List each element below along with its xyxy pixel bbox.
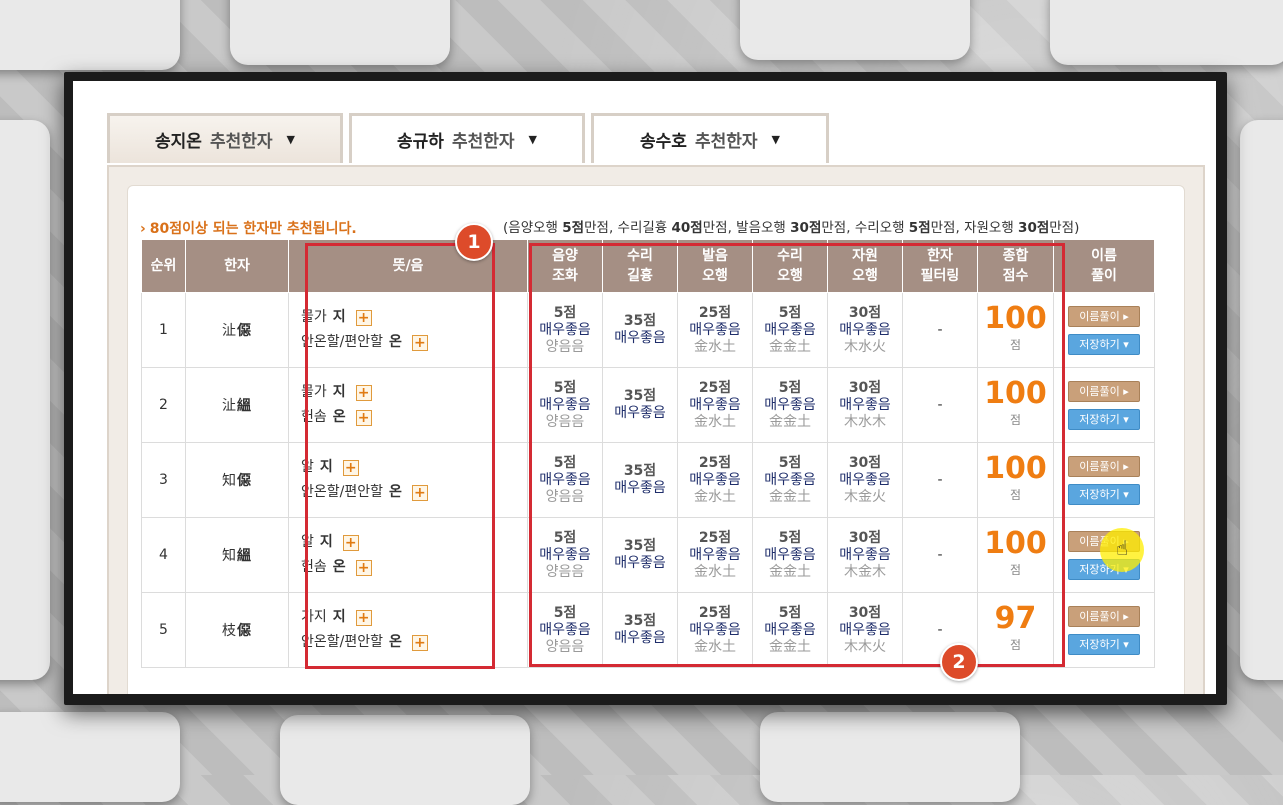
tab-bar: 송지온 추천한자 ▼ 송규하 추천한자 ▼ 송수호 추천한자 ▼ (107, 113, 1207, 169)
save-button[interactable]: 저장하기 ▾ (1068, 484, 1140, 505)
background-tile (0, 120, 50, 680)
hanja-cell: 枝僫 (185, 592, 289, 668)
hanja-cell: 沚縕 (185, 367, 289, 443)
hanja-cell: 沚僫 (185, 292, 289, 368)
rank-cell: 1 (141, 292, 186, 368)
hanja-cell: 知僫 (185, 442, 289, 518)
chevron-down-icon: ▼ (771, 133, 780, 146)
name-explain-button[interactable]: 이름풀이 ▸ (1068, 456, 1140, 477)
scoring-criteria: (음양오행 5점만점, 수리길흉 40점만점, 발음오행 30점만점, 수리오행… (503, 220, 1080, 236)
highlight-box-meaning (305, 243, 495, 669)
tab-second[interactable]: 송규하 추천한자 ▼ (349, 113, 585, 163)
save-button[interactable]: 저장하기 ▾ (1068, 409, 1140, 430)
name-explain-button[interactable]: 이름풀이 ▸ (1068, 606, 1140, 627)
tab-name: 송지온 (155, 132, 202, 152)
action-cell: 이름풀이 ▸ 저장하기 ▾ (1053, 442, 1155, 518)
background-tile (0, 0, 180, 70)
action-cell: 이름풀이 ▸ 저장하기 ▾ (1053, 367, 1155, 443)
header-name-explain: 이름 풀이 (1053, 239, 1155, 293)
save-button[interactable]: 저장하기 ▾ (1068, 334, 1140, 355)
tab-third[interactable]: 송수호 추천한자 ▼ (591, 113, 829, 163)
bullet-icon: › (140, 221, 146, 237)
background-tile (760, 712, 1020, 802)
tab-first[interactable]: 송지온 추천한자 ▼ (107, 113, 343, 163)
page-canvas: 송지온 추천한자 ▼ 송규하 추천한자 ▼ 송수호 추천한자 ▼ › 80점이상 … (73, 81, 1216, 694)
highlight-box-scores (529, 243, 1065, 667)
action-cell: 이름풀이 ▸ 저장하기 ▾ (1053, 592, 1155, 668)
background-tile (230, 0, 450, 65)
header-hanja: 한자 (185, 239, 289, 293)
chevron-down-icon: ▼ (286, 133, 295, 146)
tab-suffix: 추천한자 (209, 132, 273, 152)
tab-name: 송규하 (397, 132, 444, 152)
notice-text: › 80점이상 되는 한자만 추천됩니다. (140, 218, 357, 238)
background-tile (1240, 120, 1283, 680)
callout-badge-1: 1 (455, 223, 493, 261)
tab-suffix: 추천한자 (451, 132, 515, 152)
chevron-down-icon: ▼ (528, 133, 537, 146)
name-explain-button[interactable]: 이름풀이 ▸ (1068, 306, 1140, 327)
action-cell: 이름풀이 ▸ 저장하기 ▾ (1053, 292, 1155, 368)
header-rank: 순위 (141, 239, 186, 293)
tab-suffix: 추천한자 (694, 132, 758, 152)
background-tile (740, 0, 970, 60)
hanja-cell: 知縕 (185, 517, 289, 593)
hand-cursor-icon: ☝ (1116, 536, 1129, 560)
tab-name: 송수호 (640, 132, 687, 152)
rank-cell: 5 (141, 592, 186, 668)
notice-label: 80점이상 되는 한자만 추천됩니다. (149, 221, 357, 237)
background-tile (280, 715, 530, 805)
save-button[interactable]: 저장하기 ▾ (1068, 634, 1140, 655)
rank-cell: 4 (141, 517, 186, 593)
rank-cell: 3 (141, 442, 186, 518)
rank-cell: 2 (141, 367, 186, 443)
background-tile (0, 712, 180, 802)
background-tile (1050, 0, 1283, 65)
screenshot-frame: 송지온 추천한자 ▼ 송규하 추천한자 ▼ 송수호 추천한자 ▼ › 80점이상 … (64, 72, 1227, 705)
name-explain-button[interactable]: 이름풀이 ▸ (1068, 381, 1140, 402)
callout-badge-2: 2 (940, 643, 978, 681)
